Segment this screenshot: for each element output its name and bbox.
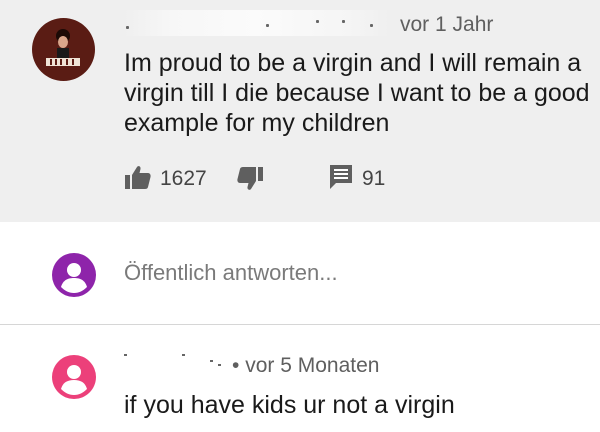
comment-timestamp: vor 1 Jahr <box>400 13 494 36</box>
comment-text: Im proud to be a virgin and I will remai… <box>124 49 590 137</box>
meta-separator: • <box>232 354 240 377</box>
reply-text: if you have kids ur not a virgin <box>124 391 455 419</box>
current-user-avatar <box>52 253 96 297</box>
reply-count: 91 <box>362 167 386 190</box>
person-icon <box>52 253 96 297</box>
commenter-avatar[interactable] <box>32 18 95 81</box>
person-icon <box>52 355 96 399</box>
replies-button[interactable]: 91 <box>328 164 385 194</box>
like-button[interactable]: 1627 <box>124 164 207 194</box>
like-count: 1627 <box>160 167 207 190</box>
thumbs-down-icon <box>236 166 264 197</box>
comment-icon <box>328 163 354 196</box>
thumbs-up-icon <box>124 164 152 195</box>
reply-meta: • vor 5 Monaten <box>232 354 379 378</box>
author-name-redacted <box>124 10 389 36</box>
reply-timestamp: vor 5 Monaten <box>245 354 380 377</box>
reply-input[interactable]: Öffentlich antworten... <box>124 260 338 286</box>
top-comment: vor 1 Jahr Im proud to be a virgin and I… <box>0 0 600 222</box>
reply-avatar[interactable] <box>52 355 96 399</box>
divider <box>0 324 600 325</box>
reply-author-name-redacted <box>124 352 232 372</box>
dislike-button[interactable] <box>236 166 264 196</box>
